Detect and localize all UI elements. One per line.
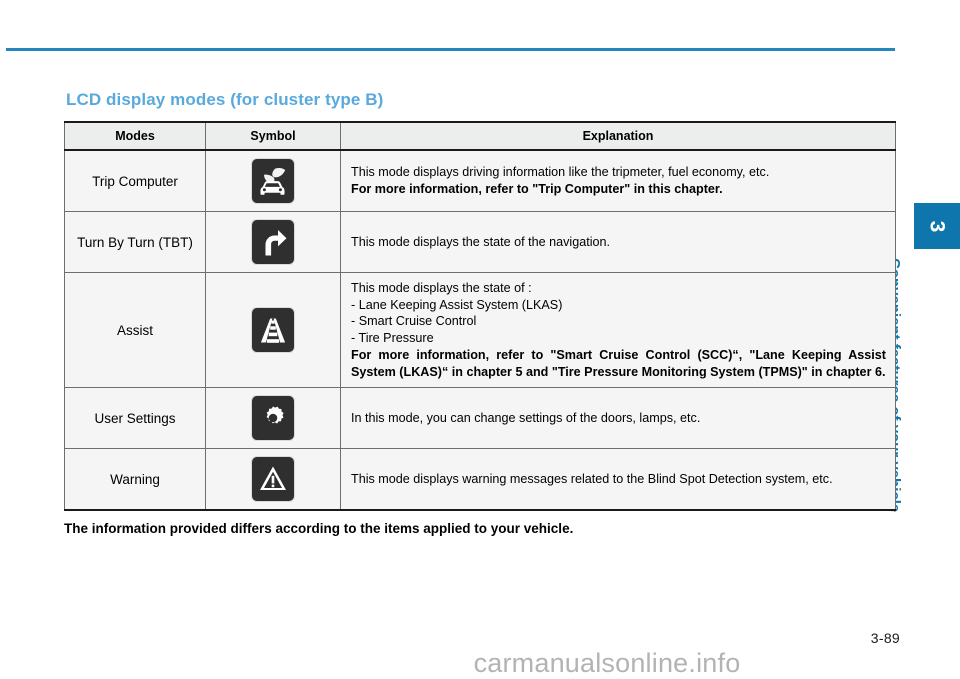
table-header-row: Modes Symbol Explanation <box>64 121 896 151</box>
explanation-line: In this mode, you can change settings of… <box>351 411 701 426</box>
column-header-symbol: Symbol <box>205 121 341 151</box>
explanation-line: This mode displays driving information l… <box>351 165 770 180</box>
table-row: User Settings In this mode, you can chan… <box>64 387 896 450</box>
eco-car-leaf-icon <box>252 159 294 203</box>
mode-name: Trip Computer <box>64 150 206 212</box>
symbol-cell <box>205 387 341 450</box>
mode-name: User Settings <box>64 387 206 450</box>
explanation-cell: This mode displays the state of the navi… <box>340 211 896 273</box>
explanation-line: - Smart Cruise Control <box>351 314 477 329</box>
table-row: Warning This mode displays warning messa… <box>64 448 896 512</box>
column-header-modes: Modes <box>64 121 206 151</box>
warning-triangle-icon <box>252 457 294 502</box>
manual-page: 3 Convenient features of your vehicle LC… <box>0 0 960 678</box>
chapter-tab: 3 <box>914 203 960 249</box>
table-row: Assist This mode displays the state of:… <box>64 272 896 389</box>
lane-road-icon <box>252 308 294 353</box>
explanation-line: - Lane Keeping Assist System (LKAS) <box>351 297 563 312</box>
symbol-cell <box>205 448 341 512</box>
explanation-cell: This mode displays the state of : - Lane… <box>340 272 896 389</box>
symbol-cell <box>205 150 341 212</box>
chapter-number: 3 <box>925 220 949 232</box>
explanation-line: This mode displays warning messages rela… <box>351 472 833 487</box>
gear-icon <box>252 396 294 441</box>
mode-name: Assist <box>64 272 206 389</box>
symbol-cell <box>205 211 341 273</box>
mode-name: Turn By Turn (TBT) <box>64 211 206 273</box>
explanation-line: This mode displays the state of the navi… <box>351 234 611 249</box>
explanation-cell: In this mode, you can change settings of… <box>340 387 896 450</box>
turn-right-arrow-icon <box>252 220 294 264</box>
footnote: The information provided differs accordi… <box>64 521 574 536</box>
lcd-modes-table-wrapper: Modes Symbol Explanation Trip Computer T… <box>64 121 896 512</box>
explanation-cell: This mode displays driving information l… <box>340 150 896 212</box>
mode-name: Warning <box>64 448 206 512</box>
lcd-modes-table: Modes Symbol Explanation Trip Computer T… <box>64 121 896 512</box>
explanation-line: - Tire Pressure <box>351 331 434 346</box>
table-row: Turn By Turn (TBT) This mode displays th… <box>64 211 896 273</box>
watermark: carmanualsonline.info <box>473 648 741 678</box>
page-title: LCD display modes (for cluster type B) <box>66 90 384 109</box>
explanation-line-bold: For more information, refer to "Trip Com… <box>351 182 723 196</box>
explanation-cell: This mode displays warning messages rela… <box>340 448 896 512</box>
explanation-line-bold: For more information, refer to "Smart Cr… <box>351 347 886 379</box>
page-number: 3-89 <box>870 630 900 646</box>
symbol-cell <box>205 272 341 389</box>
header-rule <box>6 48 895 51</box>
explanation-line: This mode displays the state of : <box>351 281 532 295</box>
table-row: Trip Computer This mode displays driving… <box>64 150 896 212</box>
column-header-explanation: Explanation <box>340 121 896 151</box>
